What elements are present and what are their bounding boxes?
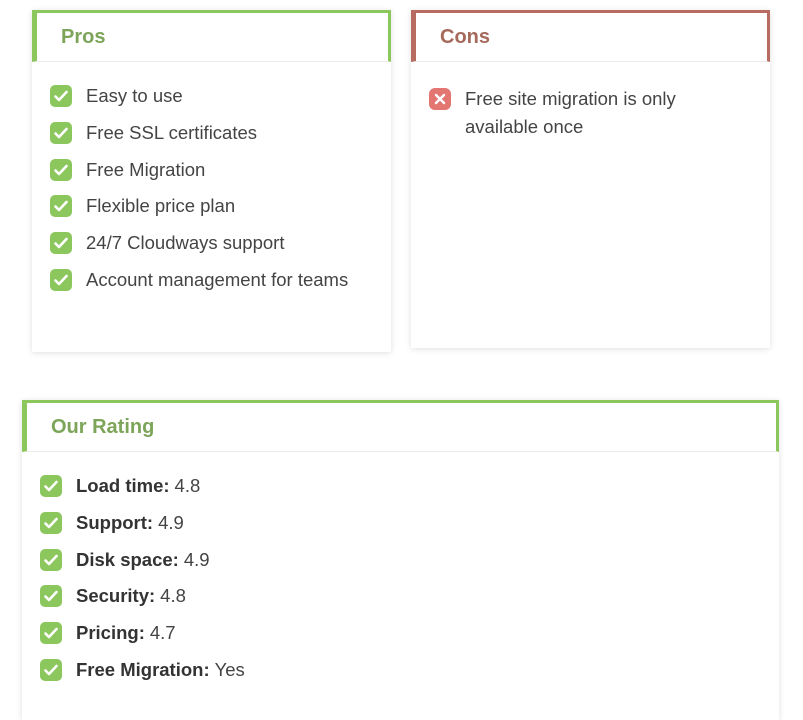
rating-item-text: Disk space: 4.9	[76, 549, 210, 571]
pros-item-text: Easy to use	[86, 85, 183, 106]
rating-label: Support:	[76, 511, 154, 533]
check-icon	[40, 622, 62, 645]
cons-title: Cons	[440, 25, 490, 48]
rating-box: Our Rating Load time: 4.8 Support: 4.9 Dis…	[22, 400, 779, 720]
cons-item: Free site migration is only available on…	[429, 85, 770, 141]
rating-label: Disk space:	[76, 548, 179, 570]
pros-item: Free SSL certificates	[50, 121, 391, 159]
pros-item: Easy to use	[50, 85, 391, 122]
check-icon	[50, 158, 72, 181]
pros-item: Account management for teams	[50, 268, 391, 306]
rating-item-text: Pricing: 4.7	[76, 622, 176, 644]
rating-list: Load time: 4.8 Support: 4.9 Disk space: 4.9…	[22, 452, 779, 696]
rating-item-text: Security: 4.8	[76, 585, 186, 607]
pros-header: Pros	[32, 10, 391, 62]
rating-item: Support: 4.9	[40, 511, 779, 549]
rating-item: Pricing: 4.7	[40, 622, 779, 659]
check-icon	[40, 475, 62, 497]
rating-header: Our Rating	[22, 400, 779, 452]
pros-item: Flexible price plan	[50, 195, 391, 232]
cons-box: Cons Free site migration is only availab…	[411, 10, 770, 348]
close-icon	[429, 88, 451, 110]
rating-item-text: Load time: 4.8	[76, 475, 200, 497]
cons-item-text: Free site migration is only available on…	[465, 88, 676, 137]
rating-value: 4.8	[160, 585, 186, 607]
rating-item-text: Support: 4.9	[76, 512, 184, 534]
pros-item-text: Free Migration	[86, 158, 206, 180]
pros-title: Pros	[61, 25, 106, 48]
rating-item: Load time: 4.8	[40, 475, 779, 512]
check-icon	[40, 658, 62, 681]
pros-item-text: Account management for teams	[86, 268, 349, 290]
check-icon	[50, 121, 72, 144]
pros-item: 24/7 Cloudways support	[50, 232, 391, 269]
rating-label: Pricing:	[76, 622, 145, 644]
check-icon	[40, 585, 62, 608]
rating-value: 4.9	[158, 511, 184, 533]
pros-item-text: 24/7 Cloudways support	[86, 232, 285, 254]
rating-value: 4.9	[183, 548, 210, 570]
rating-label: Load time:	[76, 475, 170, 496]
rating-item: Security: 4.8	[40, 585, 779, 622]
rating-label: Security:	[76, 585, 156, 607]
rating-value: Yes	[214, 658, 245, 680]
check-icon	[50, 195, 72, 218]
pros-item: Free Migration	[50, 158, 391, 196]
check-icon	[40, 548, 62, 571]
pros-item-text: Flexible price plan	[86, 195, 236, 217]
check-icon	[50, 232, 72, 255]
pros-list: Easy to use Free SSL certificates Free M…	[32, 62, 391, 306]
rating-label: Free Migration:	[76, 658, 210, 680]
check-icon	[50, 268, 72, 291]
cons-header: Cons	[411, 10, 770, 62]
rating-value: 4.8	[174, 475, 201, 496]
rating-value: 4.7	[149, 622, 176, 644]
check-icon	[40, 511, 62, 534]
rating-item: Disk space: 4.9	[40, 548, 779, 586]
rating-title: Our Rating	[51, 415, 155, 438]
cons-list: Free site migration is only available on…	[411, 62, 770, 141]
pros-item-text: Free SSL certificates	[86, 121, 258, 143]
rating-item-text: Free Migration: Yes	[76, 659, 245, 681]
check-icon	[50, 85, 72, 107]
rating-item: Free Migration: Yes	[40, 658, 779, 696]
pros-box: Pros Easy to use Free SSL certificates F…	[32, 10, 391, 352]
